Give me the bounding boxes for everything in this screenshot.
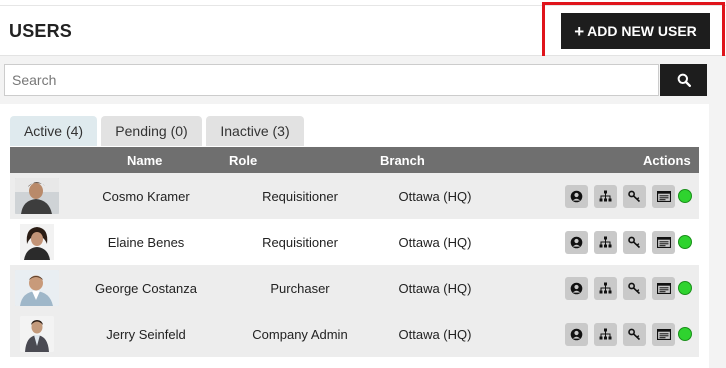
hierarchy-button[interactable]	[594, 184, 617, 208]
status-indicator	[678, 189, 692, 203]
details-button[interactable]	[652, 230, 675, 254]
permissions-button[interactable]	[623, 276, 646, 300]
search-input[interactable]	[4, 64, 659, 96]
row-actions	[565, 311, 692, 357]
user-name: George Costanza	[95, 280, 197, 296]
add-new-user-button[interactable]: + ADD NEW USER	[561, 13, 710, 49]
hierarchy-icon	[599, 282, 612, 293]
view-profile-button[interactable]	[565, 322, 588, 346]
user-profile-icon	[570, 282, 583, 294]
search-bar	[4, 64, 707, 96]
tab-pending[interactable]: Pending (0)	[101, 116, 202, 146]
table-row: Cosmo Kramer Requisitioner Ottawa (HQ)	[10, 173, 699, 219]
permissions-button[interactable]	[623, 322, 646, 346]
hierarchy-button[interactable]	[594, 276, 617, 300]
id-card-icon	[656, 282, 671, 294]
row-actions	[565, 219, 692, 265]
id-card-icon	[656, 328, 671, 340]
key-icon	[628, 190, 641, 202]
hierarchy-button[interactable]	[594, 230, 617, 254]
column-header-role[interactable]: Role	[229, 153, 257, 168]
hierarchy-button[interactable]	[594, 322, 617, 346]
hierarchy-icon	[599, 190, 612, 201]
status-indicator	[678, 235, 692, 249]
details-button[interactable]	[652, 184, 675, 208]
column-header-branch[interactable]: Branch	[380, 153, 425, 168]
user-profile-icon	[570, 236, 583, 248]
row-actions	[565, 265, 692, 311]
avatar	[15, 178, 59, 214]
tab-active[interactable]: Active (4)	[10, 116, 97, 146]
avatar	[15, 270, 59, 306]
view-profile-button[interactable]	[565, 230, 588, 254]
status-indicator	[678, 327, 692, 341]
user-branch: Ottawa (HQ)	[398, 188, 472, 204]
hierarchy-icon	[599, 328, 612, 339]
tabs-area: Active (4) Pending (0) Inactive (3) Name…	[0, 104, 709, 368]
hierarchy-icon	[599, 236, 612, 247]
view-profile-button[interactable]	[565, 184, 588, 208]
details-button[interactable]	[652, 322, 675, 346]
users-panel: Active (4) Pending (0) Inactive (3) Name…	[0, 56, 726, 368]
avatar	[20, 224, 54, 260]
user-profile-icon	[570, 190, 583, 202]
row-actions	[565, 173, 692, 219]
users-table: Name Role Branch Actions Cosmo Kramer Re…	[10, 147, 699, 357]
plus-icon: +	[574, 21, 585, 41]
user-role: Requisitioner	[262, 234, 338, 250]
user-profile-icon	[570, 328, 583, 340]
permissions-button[interactable]	[623, 184, 646, 208]
key-icon	[628, 328, 641, 340]
column-header-name[interactable]: Name	[127, 153, 162, 168]
table-row: Elaine Benes Requisitioner Ottawa (HQ)	[10, 219, 699, 265]
user-branch: Ottawa (HQ)	[398, 326, 472, 342]
user-branch: Ottawa (HQ)	[398, 280, 472, 296]
id-card-icon	[656, 190, 671, 202]
user-role: Company Admin	[252, 326, 348, 342]
user-role: Purchaser	[270, 280, 330, 296]
table-row: Jerry Seinfeld Company Admin Ottawa (HQ)	[10, 311, 699, 357]
table-row: George Costanza Purchaser Ottawa (HQ)	[10, 265, 699, 311]
view-profile-button[interactable]	[565, 276, 588, 300]
user-name: Jerry Seinfeld	[106, 326, 186, 342]
search-icon	[677, 73, 691, 87]
add-new-user-label: ADD NEW USER	[587, 23, 697, 39]
key-icon	[628, 282, 641, 294]
user-name: Cosmo Kramer	[102, 188, 190, 204]
user-name: Elaine Benes	[107, 234, 185, 250]
id-card-icon	[656, 236, 671, 248]
details-button[interactable]	[652, 276, 675, 300]
search-button[interactable]	[660, 64, 707, 96]
user-role: Requisitioner	[262, 188, 338, 204]
status-indicator	[678, 281, 692, 295]
page-title: USERS	[9, 21, 73, 41]
table-header: Name Role Branch Actions	[10, 147, 699, 173]
permissions-button[interactable]	[623, 230, 646, 254]
key-icon	[628, 236, 641, 248]
avatar	[20, 316, 54, 352]
tab-inactive[interactable]: Inactive (3)	[206, 116, 304, 146]
user-branch: Ottawa (HQ)	[398, 234, 472, 250]
column-header-actions: Actions	[643, 153, 691, 168]
